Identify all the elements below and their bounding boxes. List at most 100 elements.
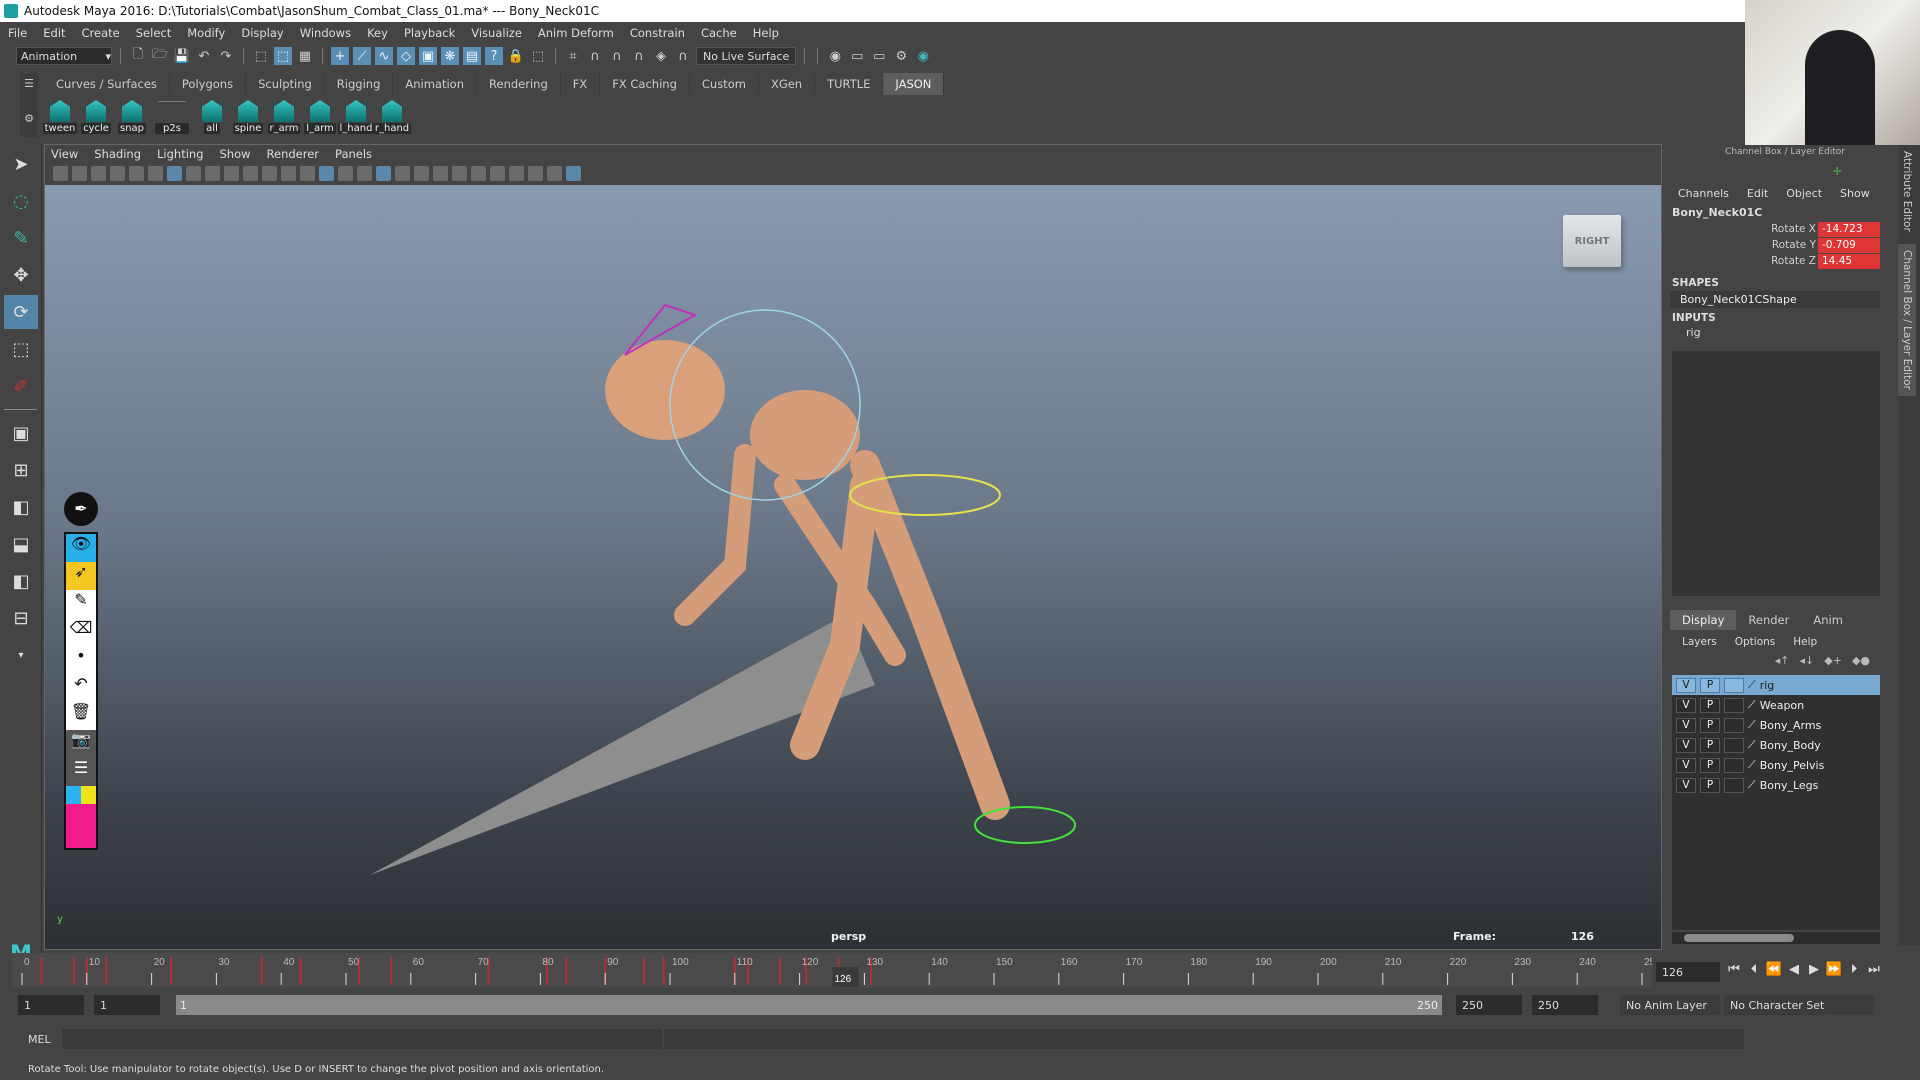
shelf-button-snap[interactable]: snap (116, 100, 148, 134)
side-tab-channel-box[interactable]: Channel Box / Layer Editor (1898, 243, 1916, 396)
layer-color-swatch[interactable]: ⟋ (1748, 778, 1756, 792)
shelf-button-p2s[interactable]: p2s (152, 101, 192, 134)
layer-color-swatch[interactable]: ⟋ (1748, 718, 1756, 732)
persp-graph-layout-icon[interactable]: ⬓ (4, 527, 38, 561)
cb-menu-channels[interactable]: Channels (1678, 187, 1729, 200)
panel-menu-view[interactable]: View (51, 147, 78, 161)
panel-menu-show[interactable]: Show (220, 147, 251, 161)
image-plane-icon[interactable] (110, 165, 125, 181)
isolate-select-icon[interactable] (509, 165, 524, 181)
display-type-toggle[interactable] (1724, 777, 1744, 793)
visibility-toggle[interactable]: V (1676, 737, 1696, 753)
select-deformations-icon[interactable]: ▣ (419, 47, 437, 65)
brush-size-icon[interactable]: • (66, 646, 96, 674)
grease-pencil-icon[interactable] (148, 165, 163, 181)
render-settings-icon[interactable]: ⚙ (892, 47, 910, 65)
layer-color-swatch[interactable]: ⟋ (1748, 698, 1756, 712)
xray-icon[interactable] (528, 165, 543, 181)
go-to-start-icon[interactable]: ⏮ (1724, 962, 1744, 977)
field-chart-icon[interactable] (243, 165, 258, 181)
use-all-lights-icon[interactable] (395, 165, 410, 181)
move-layer-down-icon[interactable]: ◂↓ (1800, 654, 1815, 667)
menu-help[interactable]: Help (753, 26, 779, 40)
menu-create[interactable]: Create (82, 26, 120, 40)
display-type-toggle[interactable] (1724, 717, 1744, 733)
move-layer-up-icon[interactable]: ◂↑ (1775, 654, 1790, 667)
render-frame-icon[interactable]: ▭ (848, 47, 866, 65)
layer-color-swatch[interactable]: ⟋ (1748, 758, 1756, 772)
animation-start-field[interactable]: 1 (18, 995, 84, 1015)
panel-menu-shading[interactable]: Shading (94, 147, 141, 161)
menu-visualize[interactable]: Visualize (471, 26, 522, 40)
grid-icon[interactable] (167, 165, 182, 181)
playback-end-field[interactable]: 250 (1456, 995, 1522, 1015)
select-curves-icon[interactable]: ∿ (375, 47, 393, 65)
play-forwards-icon[interactable]: ▶ (1804, 962, 1824, 977)
menu-playback[interactable]: Playback (404, 26, 455, 40)
range-slider[interactable]: 1 250 (176, 995, 1442, 1015)
safe-action-icon[interactable] (262, 165, 277, 181)
layer-tab-anim[interactable]: Anim (1801, 610, 1855, 630)
playback-start-field[interactable]: 1 (94, 995, 160, 1015)
visibility-toggle[interactable]: V (1676, 697, 1696, 713)
range-slider-start[interactable]: 1 (180, 999, 187, 1012)
mel-label[interactable]: MEL (0, 1033, 62, 1046)
shelf-button-cycle[interactable]: cycle (80, 100, 112, 134)
menu-modify[interactable]: Modify (187, 26, 225, 40)
display-type-toggle[interactable] (1724, 737, 1744, 753)
menu-file[interactable]: File (8, 26, 27, 40)
display-type-toggle[interactable] (1724, 697, 1744, 713)
shelf-menu-icon[interactable]: ☰ (20, 77, 38, 90)
panel-menu-panels[interactable]: Panels (335, 147, 372, 161)
motion-blur-icon[interactable] (452, 165, 467, 181)
outliner-persp-layout-icon[interactable]: ◧ (4, 490, 38, 524)
shelf-tab-custom[interactable]: Custom (690, 73, 759, 95)
shelf-tab-sculpting[interactable]: Sculpting (246, 73, 325, 95)
snap-grid-icon[interactable]: ⌗ (564, 47, 582, 65)
animation-end-field[interactable]: 250 (1532, 995, 1598, 1015)
shelf-button-l-arm[interactable]: l_arm (304, 100, 336, 134)
render-view-icon[interactable]: ◉ (826, 47, 844, 65)
current-frame-field[interactable]: 126 (1656, 962, 1720, 982)
gate-mask-icon[interactable] (224, 165, 239, 181)
attribute-row[interactable]: Rotate Z 14.45 (1670, 253, 1880, 269)
layer-row-bony-body[interactable]: V P ⟋ Bony_Body (1672, 735, 1880, 755)
select-hierarchy-icon[interactable]: ⬚ (252, 47, 270, 65)
shelf-settings-gear-icon[interactable]: ⚙ (20, 112, 38, 125)
menu-set-dropdown[interactable]: Animation ▾ (16, 47, 112, 65)
snap-curve-icon[interactable]: ∩ (586, 47, 604, 65)
layer-color-swatch[interactable]: ⟋ (1748, 738, 1756, 752)
view-cube[interactable]: RIGHT (1563, 215, 1621, 267)
layer-row-bony-pelvis[interactable]: V P ⟋ Bony_Pelvis (1672, 755, 1880, 775)
color-swatch[interactable] (66, 786, 96, 848)
new-scene-icon[interactable]: 🗋 (129, 47, 147, 65)
shape-node[interactable]: Bony_Neck01CShape (1670, 291, 1880, 308)
layer-list-scrollbar[interactable] (1672, 932, 1880, 944)
layout-dropdown-icon[interactable]: ▾ (4, 638, 38, 672)
shelf-tab-polygons[interactable]: Polygons (170, 73, 247, 95)
ipr-render-icon[interactable]: ▭ (870, 47, 888, 65)
select-camera-icon[interactable] (53, 165, 68, 181)
range-slider-end[interactable]: 250 (1417, 999, 1438, 1012)
shelf-tab-jason[interactable]: JASON (883, 73, 945, 95)
layer-tab-render[interactable]: Render (1736, 610, 1801, 630)
shelf-button-r-arm[interactable]: r_arm (267, 100, 301, 134)
2d-pan-zoom-icon[interactable] (129, 165, 144, 181)
layer-row-bony-arms[interactable]: V P ⟋ Bony_Arms (1672, 715, 1880, 735)
shelf-button-all[interactable]: all (196, 100, 228, 134)
panel-menu-renderer[interactable]: Renderer (267, 147, 320, 161)
menu-windows[interactable]: Windows (300, 26, 351, 40)
live-surface-field[interactable]: No Live Surface (696, 47, 797, 65)
playback-toggle[interactable]: P (1700, 717, 1720, 733)
new-empty-layer-icon[interactable]: ◆+ (1824, 654, 1842, 667)
shelf-tab-fx-caching[interactable]: FX Caching (600, 73, 690, 95)
step-back-key-icon[interactable]: ⏪ (1764, 962, 1784, 977)
default-material-icon[interactable] (338, 165, 353, 181)
resolution-gate-icon[interactable] (205, 165, 220, 181)
hypershade-persp-layout-icon[interactable]: ◧ (4, 564, 38, 598)
select-arrow-icon[interactable]: ➶ (66, 562, 96, 590)
four-pane-layout-icon[interactable]: ⊞ (4, 453, 38, 487)
xray-joints-icon[interactable] (547, 165, 562, 181)
display-type-toggle[interactable] (1724, 677, 1744, 693)
lock-selection-icon[interactable]: 🔒 (507, 47, 525, 65)
